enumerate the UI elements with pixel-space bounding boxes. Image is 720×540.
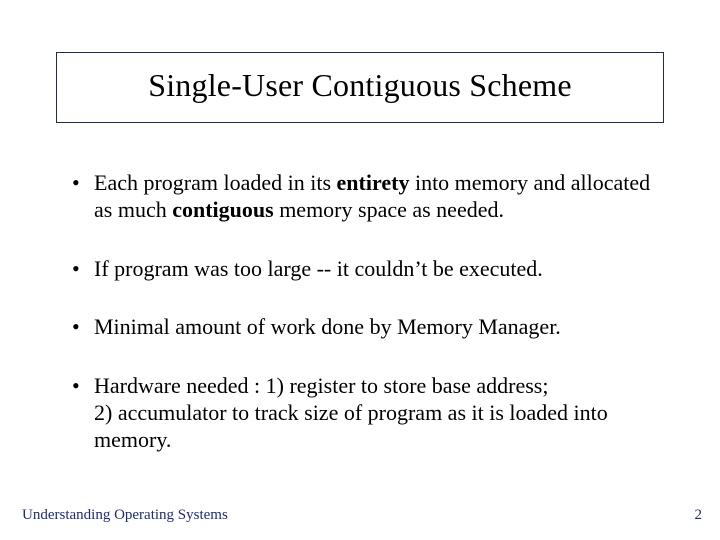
- footer-left: Understanding Operating Systems: [22, 507, 228, 524]
- bullet-item: Hardware needed : 1) register to store b…: [70, 373, 660, 453]
- bullet-text: contiguous: [172, 197, 273, 222]
- bullet-item: Each program loaded in its entirety into…: [70, 170, 660, 224]
- slide-body: Each program loaded in its entirety into…: [70, 170, 660, 454]
- bullet-text: Hardware needed : 1) register to store b…: [94, 373, 608, 452]
- bullet-list: Each program loaded in its entirety into…: [70, 170, 660, 454]
- bullet-item: If program was too large -- it couldn’t …: [70, 256, 660, 283]
- bullet-item: Minimal amount of work done by Memory Ma…: [70, 314, 660, 341]
- bullet-text: Each program loaded in its: [94, 170, 337, 195]
- page-number: 2: [695, 507, 703, 524]
- bullet-text: entirety: [337, 170, 410, 195]
- slide: Single-User Contiguous Scheme Each progr…: [0, 0, 720, 540]
- bullet-text: Minimal amount of work done by Memory Ma…: [94, 314, 561, 339]
- bullet-text: If program was too large -- it couldn’t …: [94, 256, 543, 281]
- bullet-text: memory space as needed.: [274, 197, 504, 222]
- title-box: Single-User Contiguous Scheme: [56, 52, 664, 123]
- slide-title: Single-User Contiguous Scheme: [67, 67, 653, 104]
